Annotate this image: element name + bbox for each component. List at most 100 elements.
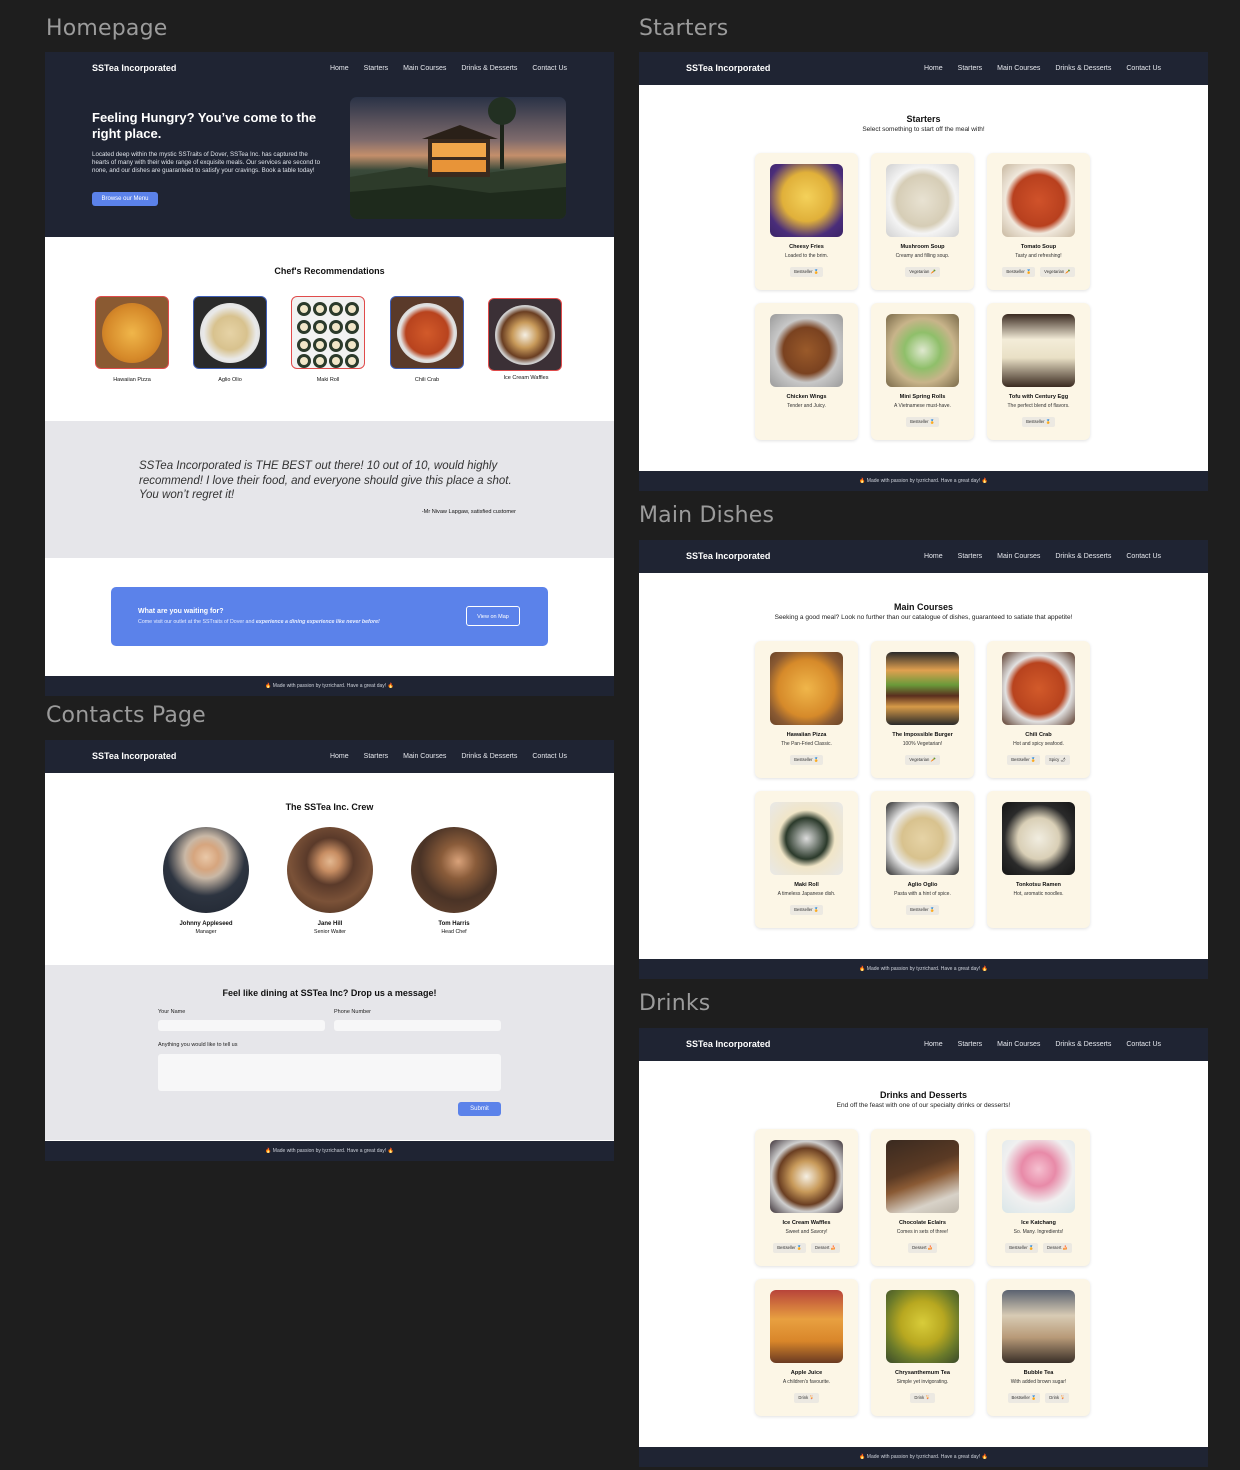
menu-card[interactable]: Chrysanthemum Tea Simple yet invigorating… xyxy=(871,1279,974,1416)
brand-logo[interactable]: SSTea Incorporated xyxy=(686,540,770,573)
contacts-label: Contacts Page xyxy=(46,703,206,728)
nav-main-courses[interactable]: Main Courses xyxy=(997,52,1040,85)
menu-card[interactable]: The Impossible Burger 100% Vegetarian! Veg… xyxy=(871,641,974,778)
mains-title: Main Courses xyxy=(893,602,953,612)
nav-contact-us[interactable]: Contact Us xyxy=(1126,540,1161,573)
nav-main-courses[interactable]: Main Courses xyxy=(403,740,446,773)
nav-starters[interactable]: Starters xyxy=(958,1028,983,1061)
nav-starters[interactable]: Starters xyxy=(958,52,983,85)
nav-links: Home Starters Main Courses Drinks & Dess… xyxy=(924,1028,1161,1061)
dish-image xyxy=(1002,1290,1075,1363)
menu-card[interactable]: Chicken Wings Tender and Juicy. xyxy=(755,303,858,440)
dish-description: Sweet and Savory! xyxy=(785,1229,828,1235)
brand-logo[interactable]: SSTea Incorporated xyxy=(92,740,176,773)
name-field[interactable] xyxy=(158,1020,325,1031)
nav-drinks-desserts[interactable]: Drinks & Desserts xyxy=(461,52,517,85)
nav-starters[interactable]: Starters xyxy=(958,540,983,573)
nav-drinks-desserts[interactable]: Drinks & Desserts xyxy=(461,740,517,773)
rec-ice-cream-waffles-image[interactable] xyxy=(488,298,562,371)
dish-description: So. Many. Ingredients! xyxy=(1013,1229,1064,1235)
nav-home[interactable]: Home xyxy=(924,1028,943,1061)
menu-card[interactable]: Apple Juice A children's favourite. Drink … xyxy=(755,1279,858,1416)
menu-card[interactable]: Tomato Soup Tasty and refreshing! Bestsell… xyxy=(987,153,1090,290)
dish-description: Hot and spicy seafood. xyxy=(1013,741,1064,747)
nav-home[interactable]: Home xyxy=(330,740,349,773)
nav-main-courses[interactable]: Main Courses xyxy=(403,52,446,85)
dish-name: Mushroom Soup xyxy=(900,244,945,250)
menu-card[interactable]: Mini Spring Rolls A Vietnamese must-have.… xyxy=(871,303,974,440)
nav-main-courses[interactable]: Main Courses xyxy=(997,540,1040,573)
drinks-frame: SSTea Incorporated Home Starters Main Co… xyxy=(639,1028,1208,1467)
navbar: SSTea Incorporated Home Starters Main Co… xyxy=(639,52,1208,85)
dish-tags: Bestseller 🏅 Dessert 🍰 xyxy=(755,1243,858,1253)
browse-menu-button[interactable]: Browse our Menu xyxy=(92,192,158,206)
rec-hawaiian-pizza-image[interactable] xyxy=(95,296,169,369)
menu-card[interactable]: Tonkotsu Ramen Hot, aromatic noodles. xyxy=(987,791,1090,928)
dish-tag: Drink 🍹 xyxy=(794,1393,819,1403)
homepage-frame: SSTea Incorporated Home Starters Main Co… xyxy=(45,52,614,696)
dish-tags: Drink 🍹 xyxy=(755,1393,858,1403)
nav-home[interactable]: Home xyxy=(924,52,943,85)
dish-name: Mini Spring Rolls xyxy=(899,394,946,400)
phone-field[interactable] xyxy=(334,1020,501,1031)
dish-tag: Vegetarian 🥕 xyxy=(905,755,940,765)
nav-drinks-desserts[interactable]: Drinks & Desserts xyxy=(1055,540,1111,573)
rec-maki-roll-label: Maki Roll xyxy=(316,377,340,383)
menu-card[interactable]: Tofu with Century Egg The perfect blend o… xyxy=(987,303,1090,440)
dish-image xyxy=(886,802,959,875)
menu-card[interactable]: Ice Cream Waffles Sweet and Savory! Bestse… xyxy=(755,1129,858,1266)
starters-label: Starters xyxy=(639,16,729,41)
dish-name: Cheesy Fries xyxy=(789,244,824,250)
dish-tags: Vegetarian 🥕 xyxy=(871,267,974,277)
brand-logo[interactable]: SSTea Incorporated xyxy=(92,52,176,85)
homepage-label: Homepage xyxy=(46,16,168,41)
dish-name: Bubble Tea xyxy=(1023,1370,1054,1376)
dish-name: Maki Roll xyxy=(794,882,819,888)
dish-name: Chicken Wings xyxy=(786,394,827,400)
message-field[interactable] xyxy=(158,1054,501,1091)
rec-aglio-olio-image[interactable] xyxy=(193,296,267,369)
menu-card[interactable]: Ice Katchang So. Many. Ingredients! Bestse… xyxy=(987,1129,1090,1266)
submit-button[interactable]: Submit xyxy=(458,1102,501,1116)
dish-name: Aglio Oglio xyxy=(907,882,938,888)
nav-drinks-desserts[interactable]: Drinks & Desserts xyxy=(1055,1028,1111,1061)
dish-description: Comes in sets of three! xyxy=(896,1229,949,1235)
menu-card[interactable]: Cheesy Fries Loaded to the brim. Bestselle… xyxy=(755,153,858,290)
nav-contact-us[interactable]: Contact Us xyxy=(532,52,567,85)
nav-home[interactable]: Home xyxy=(924,540,943,573)
menu-card[interactable]: Bubble Tea With added brown sugar! Bestsel… xyxy=(987,1279,1090,1416)
dish-image xyxy=(886,314,959,387)
menu-card[interactable]: Maki Roll A timeless Japanese dish. Bestse… xyxy=(755,791,858,928)
view-on-map-button[interactable]: View on Map xyxy=(466,606,520,626)
dish-image xyxy=(770,802,843,875)
dish-description: 100% Vegetarian! xyxy=(902,741,943,747)
nav-contact-us[interactable]: Contact Us xyxy=(1126,52,1161,85)
nav-links: Home Starters Main Courses Drinks & Dess… xyxy=(924,52,1161,85)
brand-logo[interactable]: SSTea Incorporated xyxy=(686,1028,770,1061)
rec-chili-crab-image[interactable] xyxy=(390,296,464,369)
fire-icon: 🔥 xyxy=(387,683,394,689)
dish-tag: Drink 🍹 xyxy=(1045,1393,1070,1403)
dish-tag: Vegetarian 🥕 xyxy=(905,267,940,277)
nav-contact-us[interactable]: Contact Us xyxy=(1126,1028,1161,1061)
dish-tag: Drink 🍹 xyxy=(910,1393,935,1403)
menu-card[interactable]: Chili Crab Hot and spicy seafood. Bestsell… xyxy=(987,641,1090,778)
nav-starters[interactable]: Starters xyxy=(364,52,389,85)
nav-starters[interactable]: Starters xyxy=(364,740,389,773)
nav-contact-us[interactable]: Contact Us xyxy=(532,740,567,773)
dish-tag: Bestseller 🏅 xyxy=(1007,1393,1041,1403)
nav-main-courses[interactable]: Main Courses xyxy=(997,1028,1040,1061)
navbar: SSTea Incorporated Home Starters Main Co… xyxy=(45,740,614,773)
nav-home[interactable]: Home xyxy=(330,52,349,85)
menu-card[interactable]: Hawaiian Pizza The Pan-Fried Classic. Best… xyxy=(755,641,858,778)
brand-logo[interactable]: SSTea Incorporated xyxy=(686,52,770,85)
menu-card[interactable]: Mushroom Soup Creamy and filling soup. Veg… xyxy=(871,153,974,290)
menu-card[interactable]: Aglio Oglio Pasta with a hint of spice. Be… xyxy=(871,791,974,928)
fire-icon: 🔥 xyxy=(981,1454,988,1460)
nav-drinks-desserts[interactable]: Drinks & Desserts xyxy=(1055,52,1111,85)
dish-image xyxy=(770,1290,843,1363)
rec-maki-roll-image[interactable] xyxy=(291,296,365,369)
dish-description: A children's favourite. xyxy=(782,1379,831,1385)
menu-card[interactable]: Chocolate Eclairs Comes in sets of three!… xyxy=(871,1129,974,1266)
footer-text: Made with passion by tyzrichard. Have a … xyxy=(866,966,981,972)
